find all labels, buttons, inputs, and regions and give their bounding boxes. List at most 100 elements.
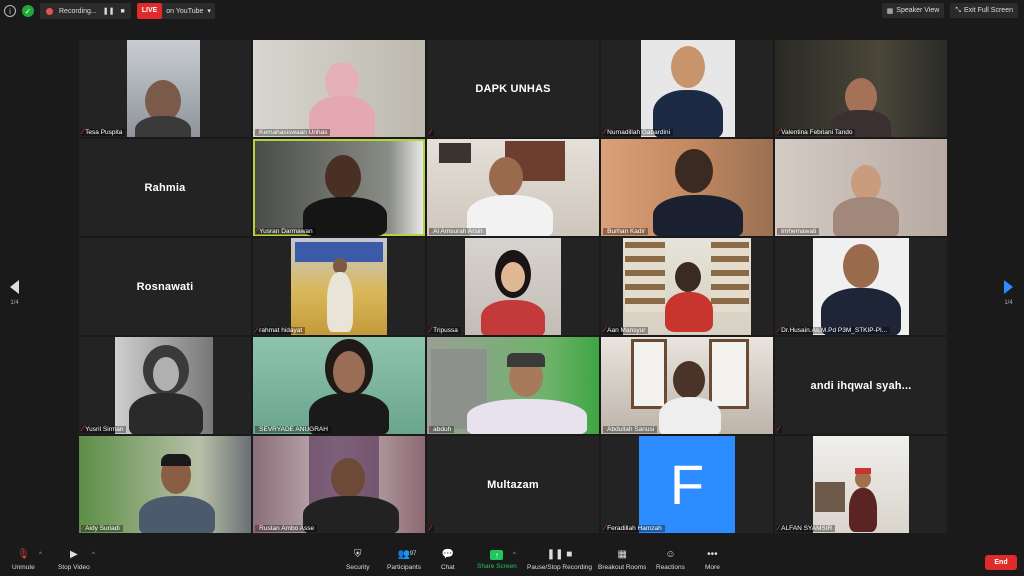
- participant-display-name: DAPK UNHAS: [475, 82, 551, 95]
- participant-video: [813, 238, 909, 335]
- participants-label: Participants: [387, 564, 421, 571]
- participant-name-label: ⁄ Al Amsurah Arsin: [429, 228, 486, 235]
- next-page-button[interactable]: 1/4: [1004, 280, 1013, 306]
- live-stream-indicator[interactable]: LIVE on YouTube ▾: [136, 3, 215, 19]
- participant-tile[interactable]: F ⁄ Feradillah Hamzah: [601, 436, 773, 533]
- participant-display-name: Rahmia: [144, 181, 186, 194]
- participant-name-label: ⁄ Tripussa: [429, 327, 461, 334]
- participant-tile[interactable]: ⁄ Valentina Febriani Tando: [775, 40, 947, 137]
- participant-name-label: ⁄ Dr.Husain.As.M.Pd P3M_STKIP-Pl...: [777, 327, 891, 334]
- participant-name-label: ⁄ Feradillah Hamzah: [603, 525, 665, 532]
- participant-name-label: ⁄ Abdullah Sanusi: [603, 426, 658, 433]
- participant-tile[interactable]: andi ihqwal syah... ⁄: [775, 337, 947, 434]
- meeting-controls: 🎙 Unmute ^ ▶ Stop Video ^ ⛨ Security 👥 97…: [0, 546, 1024, 576]
- page-indicator-left: 1/4: [10, 300, 19, 306]
- participant-video: [253, 337, 425, 434]
- reactions-button[interactable]: ☺ Reactions: [656, 549, 685, 572]
- muted-mic-icon: ⁄: [604, 129, 606, 136]
- chat-button[interactable]: 💬 Chat: [441, 550, 455, 572]
- video-options-caret-icon[interactable]: ^: [92, 552, 95, 558]
- unmute-button[interactable]: 🎙 Unmute: [12, 549, 35, 572]
- participant-video: [623, 238, 751, 335]
- participant-name-label: ⁄ rahmat hidayat: [255, 327, 306, 334]
- participant-display-name: Multazam: [487, 478, 539, 491]
- shield-icon[interactable]: ✓: [22, 5, 34, 17]
- share-screen-button[interactable]: ↑ Share Screen: [477, 550, 517, 570]
- participant-tile[interactable]: ⁄ Rustan Ambo Asse: [253, 436, 425, 533]
- participant-video: [427, 337, 599, 434]
- muted-mic-icon: ⁄: [256, 228, 258, 235]
- participant-tile[interactable]: ⁄ Tripussa: [427, 238, 599, 335]
- arrow-left-icon: [10, 280, 19, 294]
- participant-name-label: ⁄ Burhan Kadir: [603, 228, 649, 235]
- gallery-grid: ⁄ Tesa Puspita ⁄ Kemahasiswaan Unhas DAPK …: [79, 40, 947, 535]
- participant-tile[interactable]: ⁄ Imhemawati: [775, 139, 947, 236]
- participant-name-label: ⁄: [429, 525, 435, 532]
- pause-icon[interactable]: ❚❚: [103, 7, 115, 15]
- participant-tile[interactable]: ⁄ Abdullah Sanusi: [601, 337, 773, 434]
- speaker-view-icon: ▦: [886, 7, 894, 15]
- breakout-rooms-label: Breakout Rooms: [598, 564, 647, 571]
- youtube-label: on YouTube: [166, 7, 204, 15]
- stop-icon[interactable]: ■: [120, 8, 124, 15]
- pause-stop-icon: ❚❚ ■: [546, 549, 573, 560]
- participant-tile[interactable]: ⁄ Yusril Sirman: [79, 337, 251, 434]
- participant-tile[interactable]: Multazam ⁄: [427, 436, 599, 533]
- participant-tile-active-speaker[interactable]: ⁄ Yusran Darmawan: [253, 139, 425, 236]
- participant-video: [601, 337, 773, 434]
- muted-mic-icon: ⁄: [430, 228, 432, 235]
- muted-mic-icon: ⁄: [82, 426, 84, 433]
- participant-tile[interactable]: ⁄ Nurnadillah Gabardini: [601, 40, 773, 137]
- speaker-view-label: Speaker View: [896, 7, 940, 14]
- more-button[interactable]: ••• More: [705, 549, 720, 572]
- avatar: F: [639, 436, 735, 533]
- participant-name-label: ⁄: [777, 426, 783, 433]
- participants-button[interactable]: 👥 97 Participants: [387, 549, 421, 572]
- share-options-caret-icon[interactable]: ^: [513, 552, 516, 558]
- exit-fullscreen-button[interactable]: ⤡ Exit Full Screen: [950, 3, 1018, 18]
- participant-tile[interactable]: ⁄ Kemahasiswaan Unhas: [253, 40, 425, 137]
- participant-display-name: andi ihqwal syah...: [810, 379, 912, 392]
- arrow-right-icon: [1004, 280, 1013, 294]
- muted-mic-icon: ⁄: [778, 228, 780, 235]
- page-indicator-right: 1/4: [1004, 300, 1013, 306]
- info-icon[interactable]: i: [4, 5, 16, 17]
- participant-name-label: ⁄ Kemahasiswaan Unhas: [255, 129, 331, 136]
- record-dot-icon: [46, 7, 53, 15]
- previous-page-button[interactable]: 1/4: [10, 280, 19, 306]
- participant-tile[interactable]: ⁄ abduh: [427, 337, 599, 434]
- participant-tile[interactable]: ⁄ ALFAN SYAMSIR: [775, 436, 947, 533]
- chevron-down-icon: ▾: [207, 8, 211, 15]
- participant-tile[interactable]: ⁄ Aan Mansyur: [601, 238, 773, 335]
- participant-tile[interactable]: ⁄ Al Amsurah Arsin: [427, 139, 599, 236]
- security-button[interactable]: ⛨ Security: [346, 550, 370, 572]
- participant-tile[interactable]: ⁄ Burhan Kadir: [601, 139, 773, 236]
- muted-mic-icon: 🎙: [17, 549, 30, 560]
- breakout-rooms-button[interactable]: ▦ Breakout Rooms: [598, 550, 647, 572]
- participant-video: [775, 40, 947, 137]
- security-label: Security: [346, 564, 370, 571]
- pause-stop-recording-button[interactable]: ❚❚ ■ Pause/Stop Recording: [527, 549, 592, 572]
- participant-tile[interactable]: ⁄ Tesa Puspita: [79, 40, 251, 137]
- participant-video: [253, 436, 425, 533]
- exit-fullscreen-icon: ⤡: [955, 6, 961, 14]
- participant-video: [641, 40, 735, 137]
- participant-tile[interactable]: ⁄ Aidy Suriadi: [79, 436, 251, 533]
- participants-icon: 👥 97: [397, 549, 417, 560]
- participant-video: [427, 139, 599, 236]
- speaker-view-button[interactable]: ▦ Speaker View: [881, 3, 945, 18]
- participant-tile[interactable]: Rosnawati: [79, 238, 251, 335]
- stop-video-button[interactable]: ▶ Stop Video: [58, 550, 90, 572]
- participant-tile[interactable]: ⁄ Dr.Husain.As.M.Pd P3M_STKIP-Pl...: [775, 238, 947, 335]
- unmute-label: Unmute: [12, 564, 35, 571]
- participant-tile[interactable]: ⁄ SEVRYADE ANUGRAH: [253, 337, 425, 434]
- smiley-icon: ☺: [665, 549, 676, 560]
- participant-name-label: ⁄ Aidy Suriadi: [81, 525, 123, 532]
- participant-display-name: Rosnawati: [136, 280, 194, 293]
- participant-tile[interactable]: Rahmia: [79, 139, 251, 236]
- participant-tile[interactable]: ⁄ rahmat hidayat: [253, 238, 425, 335]
- audio-options-caret-icon[interactable]: ^: [39, 552, 42, 558]
- ellipsis-icon: •••: [707, 549, 718, 560]
- participant-tile[interactable]: DAPK UNHAS ⁄: [427, 40, 599, 137]
- end-meeting-button[interactable]: End: [985, 555, 1017, 570]
